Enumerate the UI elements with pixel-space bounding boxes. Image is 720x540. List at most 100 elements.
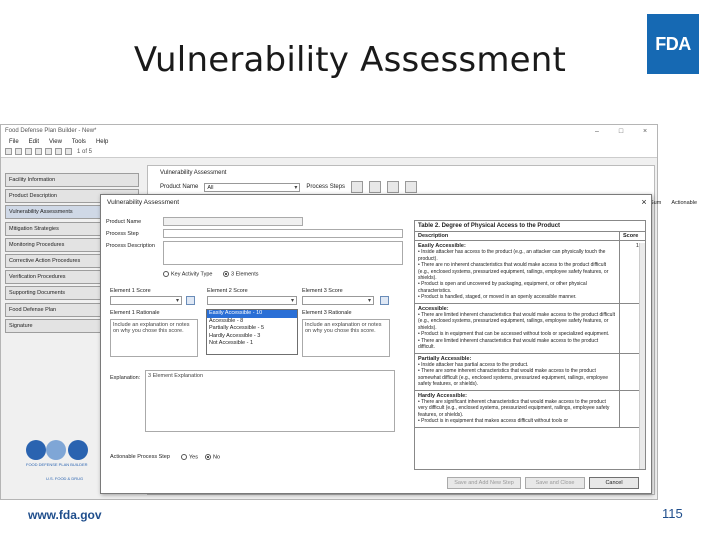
score-option-partially-accessible[interactable]: Partially Accessible - 5	[207, 325, 297, 333]
chevron-down-icon: ▾	[290, 298, 294, 304]
radio-3-elements[interactable]: 3 Elements	[223, 271, 259, 277]
add-step-icon[interactable]	[351, 181, 364, 193]
prev-page-icon[interactable]	[65, 148, 72, 155]
score-option-accessible[interactable]: Accessible - 8	[207, 318, 297, 326]
bullet-item: • Inside attacker has access to the prod…	[418, 249, 616, 262]
dialog-titlebar: Vulnerability Assessment ×	[101, 195, 651, 209]
table-row: Partially Accessible: • Inside attacker h…	[415, 353, 645, 391]
dialog-close-icon[interactable]: ×	[637, 197, 651, 207]
delete-step-icon[interactable]	[369, 181, 382, 193]
first-page-icon[interactable]	[55, 148, 62, 155]
actionable-label: Actionable Process Step	[110, 454, 170, 460]
footer-url[interactable]: www.fda.gov	[28, 508, 102, 522]
product-name-value: All	[207, 184, 214, 191]
menu-view[interactable]: View	[49, 139, 62, 145]
dialog-product-name-select[interactable]	[163, 217, 303, 226]
score-option-easily-accessible[interactable]: Easily Accessible - 10	[207, 310, 297, 318]
table-cell-description: Accessible: • There are limited inherent …	[415, 304, 619, 353]
open-icon[interactable]	[15, 148, 22, 155]
element1-rationale-input[interactable]: Include an explanation or notes on why y…	[110, 319, 198, 357]
score-option-not-accessible[interactable]: Not Accessible - 1	[207, 340, 297, 348]
element3-score-label: Element 3 Score	[302, 288, 343, 294]
explanation-input[interactable]: 3 Element Explanation	[145, 370, 395, 432]
toolbar: 1 of 5	[1, 146, 657, 158]
pb-logo-icon	[68, 440, 88, 460]
element3-info-button[interactable]	[380, 296, 389, 305]
cancel-button[interactable]: Cancel	[589, 477, 639, 489]
menu-bar: File Edit View Tools Help	[1, 137, 657, 146]
table2-col-description: Description	[418, 233, 449, 239]
score-option-hardly-accessible[interactable]: Hardly Accessible - 3	[207, 333, 297, 341]
save-close-button[interactable]: Save and Close	[525, 477, 585, 489]
table2-body: Easily Accessible: • Inside attacker has …	[415, 241, 645, 428]
main-filter-row: Product Name All ▾ Process Steps	[160, 181, 418, 193]
bullet-text: Product is in equipment that makes acces…	[421, 418, 569, 425]
table2-scrollbar[interactable]	[639, 243, 645, 469]
fda-caption: U.S. FOOD & DRUG	[46, 476, 84, 481]
bullet-text: There are some inherent characteristics …	[418, 368, 608, 388]
shield-logo-icon	[46, 440, 66, 460]
save-icon[interactable]	[25, 148, 32, 155]
element3-score-select[interactable]: ▾	[302, 296, 374, 305]
fdpb-caption: FOOD DEFENSE PLAN BUILDER	[26, 462, 88, 467]
fdpb-logo-icon	[26, 440, 46, 460]
table-row: Hardly Accessible: • There are significan…	[415, 390, 645, 428]
bullet-item: • Product is in equipment that makes acc…	[418, 418, 616, 424]
element1-rationale-label: Element 1 Rationale	[110, 310, 160, 316]
menu-edit[interactable]: Edit	[29, 139, 39, 145]
close-icon[interactable]: ×	[633, 128, 657, 135]
table2-col-score: Score	[619, 232, 645, 240]
bullet-item: • There are no inherent characteristics …	[418, 262, 616, 281]
product-name-label: Product Name	[106, 219, 142, 225]
bullet-text: There are limited inherent characteristi…	[418, 337, 599, 351]
actionable-yes-radio[interactable]: Yes	[181, 454, 198, 460]
product-name-select[interactable]: All ▾	[204, 182, 301, 192]
element2-score-select[interactable]: ▾	[207, 296, 297, 305]
product-name-label: Product Name	[160, 184, 199, 190]
toolbar-page-indicator: 1 of 5	[77, 148, 93, 155]
maximize-icon[interactable]: □	[609, 128, 633, 135]
radio-key-activity-label: Key Activity Type	[171, 271, 213, 278]
radio-key-activity[interactable]: Key Activity Type	[163, 271, 212, 277]
table-row: Accessible: • There are limited inherent …	[415, 303, 645, 354]
bullet-item: • There are limited inherent characteris…	[418, 312, 616, 331]
element3-rationale-input[interactable]: Include an explanation or notes on why y…	[302, 319, 390, 357]
menu-help[interactable]: Help	[96, 139, 108, 145]
menu-file[interactable]: File	[9, 139, 19, 145]
process-step-label: Process Step	[106, 231, 139, 237]
chevron-down-icon: ▾	[175, 298, 179, 304]
menu-tools[interactable]: Tools	[72, 139, 86, 145]
new-icon[interactable]	[5, 148, 12, 155]
actionable-yes-label: Yes	[189, 454, 198, 461]
page-number: 115	[662, 506, 683, 521]
actionable-no-radio[interactable]: No	[205, 454, 220, 460]
sidebar-item-facility-information[interactable]: Facility Information	[5, 173, 139, 187]
edit-step-icon[interactable]	[387, 181, 400, 193]
element2-score-dropdown: Easily Accessible - 10 Accessible - 8 Pa…	[206, 309, 298, 355]
radio-button-icon	[181, 454, 187, 460]
element1-score-label: Element 1 Score	[110, 288, 151, 294]
print-icon[interactable]	[35, 148, 42, 155]
access-degree-table: Table 2. Degree of Physical Access to th…	[414, 220, 646, 470]
element1-info-button[interactable]	[186, 296, 195, 305]
radio-3-elements-label: 3 Elements	[231, 271, 259, 278]
bullet-text: There are significant inherent character…	[418, 398, 610, 418]
actionable-no-label: No	[213, 454, 221, 461]
save-add-new-button[interactable]: Save and Add New Step	[447, 477, 521, 489]
pdf-icon[interactable]	[45, 148, 52, 155]
process-step-input[interactable]	[163, 229, 403, 238]
bullet-text: Product is in equipment that can be acce…	[421, 331, 610, 338]
fda-logo: FDA	[647, 14, 699, 74]
bullet-item: • There are limited inherent characteris…	[418, 338, 616, 351]
table-cell-description: Easily Accessible: • Inside attacker has …	[415, 241, 619, 303]
vulnerability-assessment-dialog: Vulnerability Assessment × Product Name …	[100, 194, 652, 494]
process-steps-label: Process Steps	[306, 184, 346, 190]
chevron-down-icon: ▾	[367, 298, 371, 304]
grid-header: Sum Actionable	[650, 200, 720, 206]
table-cell-description: Partially Accessible: • Inside attacker h…	[415, 354, 619, 390]
element1-score-select[interactable]: ▾	[110, 296, 182, 305]
minimize-icon[interactable]: –	[585, 128, 609, 135]
process-description-input[interactable]	[163, 241, 403, 265]
chevron-down-icon: ▾	[294, 184, 298, 191]
report-icon[interactable]	[405, 181, 418, 193]
